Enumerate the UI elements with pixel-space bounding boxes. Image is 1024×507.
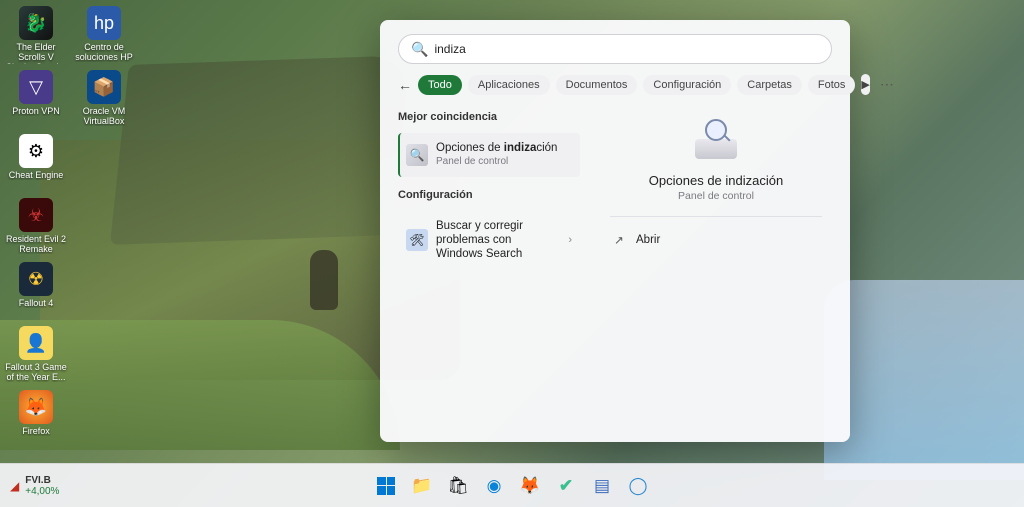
tab-configuracion[interactable]: Configuración [643, 75, 731, 95]
desktop-icon-re2[interactable]: ☣Resident Evil 2 Remake [6, 198, 66, 262]
taskbar-store[interactable]: 🛍 [443, 471, 473, 501]
stock-symbol: FVI.B [25, 475, 59, 486]
search-input[interactable] [434, 42, 819, 56]
result-subtitle: Panel de control [436, 155, 572, 169]
back-button[interactable]: ← [398, 75, 412, 95]
taskbar-app-circle[interactable]: ◯ [623, 471, 653, 501]
taskbar: ◢ FVI.B +4,00% 📁 🛍 ◉ 🦊 ✔ ▤ ◯ [0, 463, 1024, 507]
result-indexing-options[interactable]: 🔍 Opciones de indización Panel de contro… [398, 133, 580, 177]
taskbar-notepad[interactable]: ▤ [587, 471, 617, 501]
tab-aplicaciones[interactable]: Aplicaciones [468, 75, 550, 95]
result-title: Buscar y corregir problemas con Windows … [436, 219, 560, 261]
indexing-hero-icon [691, 119, 741, 163]
action-open[interactable]: ↗ Abrir [610, 227, 822, 253]
tab-documentos[interactable]: Documentos [556, 75, 638, 95]
preview-pane: Opciones de indización Panel de control … [592, 105, 850, 442]
desktop-icon-fallout4[interactable]: ☢Fallout 4 [6, 262, 66, 326]
filter-tabs: ← Todo Aplicaciones Documentos Configura… [380, 74, 850, 105]
firefox-icon: 🦊 [519, 476, 540, 496]
troubleshoot-icon: 🛠 [406, 229, 428, 251]
taskbar-edge[interactable]: ◉ [479, 471, 509, 501]
indexing-icon: 🔍 [406, 144, 428, 166]
tab-todo[interactable]: Todo [418, 75, 462, 95]
desktop-icon-protonvpn[interactable]: ▽Proton VPN [6, 70, 66, 134]
taskbar-app-v[interactable]: ✔ [551, 471, 581, 501]
taskbar-explorer[interactable]: 📁 [407, 471, 437, 501]
taskbar-firefox[interactable]: 🦊 [515, 471, 545, 501]
tab-fotos[interactable]: Fotos [808, 75, 856, 95]
preview-title: Opciones de indización [649, 173, 783, 188]
taskbar-widget-stocks[interactable]: ◢ FVI.B +4,00% [0, 475, 59, 497]
open-icon: ↗ [612, 233, 626, 247]
action-open-label: Abrir [636, 234, 660, 246]
desktop-icon-firefox[interactable]: 🦊Firefox [6, 390, 66, 454]
folder-icon: 📁 [411, 476, 432, 496]
notepad-icon: ▤ [594, 476, 610, 496]
preview-subtitle: Panel de control [678, 190, 754, 202]
edge-icon: ◉ [487, 476, 502, 496]
desktop-icon-cheatengine[interactable]: ⚙Cheat Engine [6, 134, 66, 198]
section-best-match: Mejor coincidencia [398, 111, 580, 123]
result-title: Opciones de indización [436, 141, 572, 155]
desktop-icon-skyrim[interactable]: 🐉The Elder Scrolls V Skyrim Speci... [6, 6, 66, 70]
results-list: Mejor coincidencia 🔍 Opciones de indizac… [380, 105, 592, 442]
stock-trend-icon: ◢ [10, 479, 19, 493]
search-icon: 🔍 [411, 41, 428, 58]
desktop-icon-virtualbox[interactable]: 📦Oracle VM VirtualBox [74, 70, 134, 134]
store-icon: 🛍 [447, 476, 469, 496]
circle-app-icon: ◯ [628, 476, 647, 496]
stock-change: +4,00% [25, 486, 59, 497]
desktop-icon-fallout3[interactable]: 👤Fallout 3 Game of the Year E... [6, 326, 66, 390]
desktop-icon-hp[interactable]: hpCentro de soluciones HP [74, 6, 134, 70]
section-configuracion: Configuración [398, 189, 580, 201]
desktop-icons: 🐉The Elder Scrolls V Skyrim Speci... hpC… [6, 6, 146, 454]
v-app-icon: ✔ [559, 476, 573, 496]
divider [610, 216, 822, 217]
tab-carpetas[interactable]: Carpetas [737, 75, 802, 95]
start-search-panel: 🔍 ← Todo Aplicaciones Documentos Configu… [380, 20, 850, 442]
search-box[interactable]: 🔍 [398, 34, 832, 64]
overflow-menu-icon[interactable]: ⋯ [876, 76, 898, 93]
result-troubleshoot-search[interactable]: 🛠 Buscar y corregir problemas con Window… [398, 211, 580, 269]
tab-more-arrow[interactable]: ▶ [861, 74, 869, 95]
chevron-right-icon: › [568, 234, 572, 246]
start-button[interactable] [371, 471, 401, 501]
taskbar-center: 📁 🛍 ◉ 🦊 ✔ ▤ ◯ [371, 471, 653, 501]
